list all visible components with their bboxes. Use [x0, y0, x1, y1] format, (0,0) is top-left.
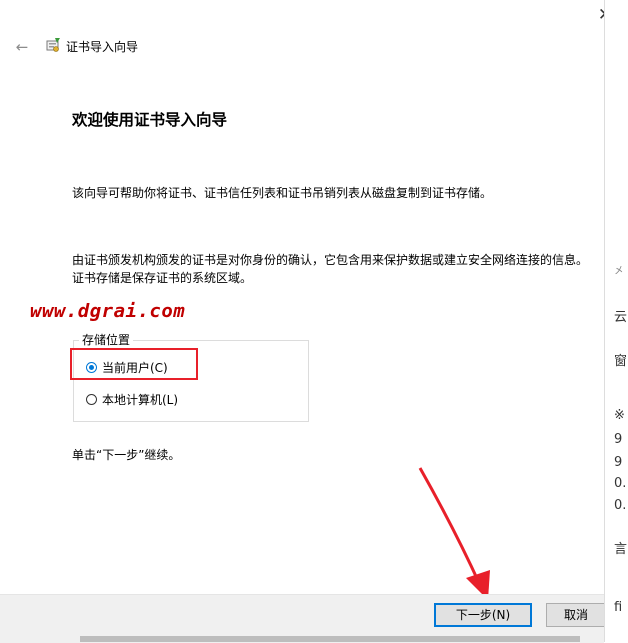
local-machine-option[interactable]: 本地计算机(L) — [86, 391, 178, 408]
background-glyph: 窗 — [614, 354, 628, 369]
description-text: 由证书颁发机构颁发的证书是对你身份的确认，它包含用来保护数据或建立安全网络连接的… — [72, 253, 589, 285]
background-glyph: fi — [614, 600, 623, 615]
page-heading: 欢迎使用证书导入向导 — [72, 111, 228, 129]
background-glyph: ※ — [614, 408, 625, 423]
highlight-annotation-box — [70, 348, 198, 380]
background-window-bottom-edge — [80, 636, 580, 642]
background-glyph: 㐅 — [614, 266, 624, 277]
store-location-legend: 存储位置 — [79, 331, 134, 348]
background-glyph: 言 — [614, 542, 628, 557]
cancel-button[interactable]: 取消 — [546, 603, 606, 627]
watermark-text: www.dgrai.com — [30, 300, 186, 322]
radio-unselected-icon[interactable] — [86, 394, 97, 405]
background-glyph: 9 — [614, 455, 623, 470]
next-button[interactable]: 下一步(N) — [434, 603, 532, 627]
background-glyph: 0. — [614, 476, 627, 491]
certificate-wizard-icon — [46, 38, 60, 52]
background-glyph: 云 — [614, 310, 628, 325]
back-arrow-icon[interactable]: ← — [12, 37, 32, 57]
intro-text: 该向导可帮助你将证书、证书信任列表和证书吊销列表从磁盘复制到证书存储。 — [72, 186, 493, 200]
red-arrow-annotation-icon — [418, 467, 490, 600]
window-title: 证书导入向导 — [66, 40, 139, 54]
background-glyph: 0. — [614, 498, 627, 513]
continue-instruction: 单击“下一步”继续。 — [72, 448, 181, 462]
local-machine-label: 本地计算机(L) — [102, 393, 179, 407]
background-glyph: 9 — [614, 432, 623, 447]
